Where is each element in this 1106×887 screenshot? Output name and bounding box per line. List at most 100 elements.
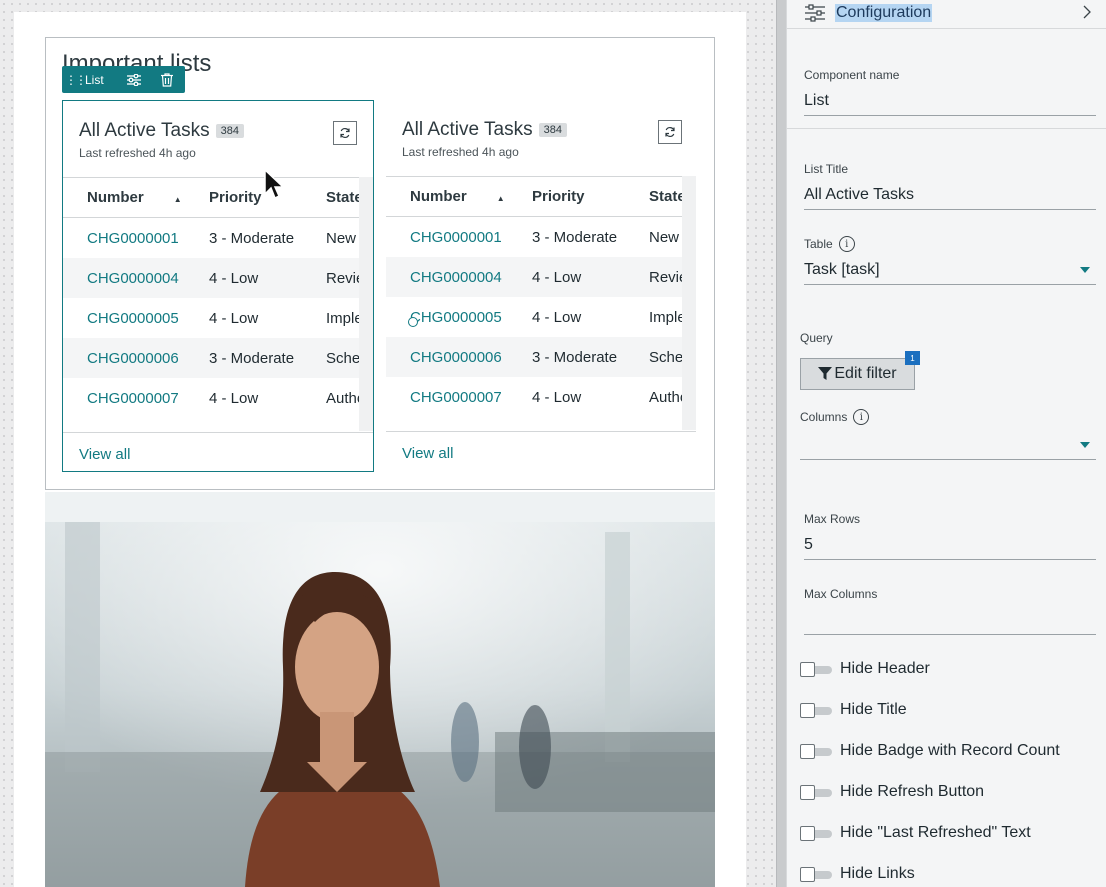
panel-resize-divider[interactable]: [776, 0, 786, 887]
toggle-hide-refresh[interactable]: Hide Refresh Button: [800, 783, 984, 801]
record-link[interactable]: CHG0000007: [386, 389, 532, 406]
column-header-number[interactable]: Number ▲: [63, 189, 209, 206]
panel-header[interactable]: Configuration: [787, 0, 1106, 29]
toggle-switch[interactable]: [800, 743, 832, 759]
builder-canvas: Important lists ⋮⋮ List All Active Tasks…: [0, 0, 776, 887]
view-all-link[interactable]: View all: [402, 445, 453, 462]
list-footer: View all: [63, 432, 373, 471]
list-title: All Active Tasks 384: [79, 120, 244, 142]
table-label-text: Table: [804, 237, 833, 251]
sort-ascending-icon: ▲: [173, 195, 182, 204]
list-component-1[interactable]: All Active Tasks 384 Last refreshed 4h a…: [62, 100, 374, 472]
drag-handle-icon[interactable]: ⋮⋮: [65, 73, 87, 87]
priority-cell: 4 - Low: [532, 388, 582, 406]
refresh-button[interactable]: [333, 121, 357, 145]
component-toolbar: ⋮⋮ List: [62, 66, 185, 93]
list-title-input[interactable]: All Active Tasks: [804, 184, 1096, 210]
state-cell: Scheduled: [649, 348, 682, 366]
toggle-switch[interactable]: [800, 661, 832, 677]
priority-cell: 4 - Low: [532, 268, 582, 286]
hero-image[interactable]: [45, 492, 715, 887]
page-preview: Important lists ⋮⋮ List All Active Tasks…: [14, 12, 746, 887]
vertical-scrollbar[interactable]: [359, 177, 373, 431]
last-refreshed-text: Last refreshed 4h ago: [402, 145, 519, 159]
priority-cell: 3 - Moderate: [209, 349, 295, 367]
toggle-hide-title[interactable]: Hide Title: [800, 701, 907, 719]
list-component-2[interactable]: All Active Tasks 384 Last refreshed 4h a…: [386, 100, 698, 472]
edit-filter-button[interactable]: Edit filter: [800, 358, 915, 390]
chevron-right-icon[interactable]: [1083, 5, 1091, 24]
list-title-text: All Active Tasks: [402, 119, 533, 140]
toggle-switch[interactable]: [800, 784, 832, 800]
record-link[interactable]: CHG0000005: [63, 310, 209, 327]
refresh-icon: [665, 126, 675, 138]
state-cell: Scheduled: [326, 349, 359, 367]
record-link[interactable]: CHG0000007: [63, 390, 209, 407]
resize-handle[interactable]: [408, 317, 418, 327]
edit-filter-label: Edit filter: [834, 365, 897, 382]
record-link[interactable]: CHG0000004: [63, 270, 209, 287]
toggle-hide-badge[interactable]: Hide Badge with Record Count: [800, 742, 1060, 760]
columns-select[interactable]: [800, 434, 1096, 460]
toggle-hide-last-refreshed[interactable]: Hide "Last Refreshed" Text: [800, 824, 1031, 842]
toggle-hide-links[interactable]: Hide Links: [800, 865, 915, 883]
table-header: Number▲ Priority State: [386, 177, 682, 217]
table-header: Number▲ Priority State: [63, 178, 359, 218]
component-name-label: Component name: [804, 68, 900, 82]
toggle-label: Hide Links: [840, 865, 915, 882]
panel-title: Configuration: [835, 4, 933, 22]
column-header-state[interactable]: State: [649, 188, 682, 205]
query-label: Query: [800, 331, 833, 345]
table-label: Table i: [804, 236, 855, 252]
columns-label-text: Columns: [800, 410, 848, 424]
list-title-text: All Active Tasks: [79, 120, 210, 141]
table-select-value: Task [task]: [804, 261, 880, 278]
configure-icon[interactable]: [118, 66, 151, 93]
toggle-label: Hide Refresh Button: [840, 783, 985, 800]
table-row: CHG0000007 4 - Low Authorize: [386, 377, 682, 417]
state-cell: Authorize: [326, 389, 359, 407]
priority-cell: 4 - Low: [532, 308, 582, 326]
info-icon[interactable]: i: [853, 409, 870, 425]
lists-container[interactable]: Important lists ⋮⋮ List All Active Tasks…: [45, 37, 715, 490]
view-all-link[interactable]: View all: [79, 446, 130, 463]
record-link[interactable]: CHG0000006: [386, 349, 532, 366]
toggle-label: Hide Badge with Record Count: [840, 742, 1060, 759]
priority-cell: 4 - Low: [209, 269, 259, 287]
filter-icon: [818, 367, 833, 380]
toggle-hide-header[interactable]: Hide Header: [800, 660, 930, 678]
column-header-state[interactable]: State: [326, 189, 359, 206]
max-rows-input[interactable]: 5: [804, 534, 1096, 560]
table-row: CHG0000006 3 - Moderate Scheduled: [386, 337, 682, 377]
toggle-switch[interactable]: [800, 825, 832, 841]
record-link[interactable]: CHG0000004: [386, 269, 532, 286]
table-row: CHG0000004 4 - Low Review: [386, 257, 682, 297]
delete-icon[interactable]: [151, 66, 184, 93]
last-refreshed-text: Last refreshed 4h ago: [79, 146, 196, 160]
column-header-number[interactable]: Number ▲: [386, 188, 532, 205]
table-select[interactable]: Task [task]: [804, 259, 1096, 285]
toggle-switch[interactable]: [800, 702, 832, 718]
state-cell: Review: [649, 268, 682, 286]
priority-cell: 4 - Low: [209, 389, 259, 407]
record-count-badge: 384: [215, 124, 244, 138]
refresh-button[interactable]: [658, 120, 682, 144]
toggle-switch[interactable]: [800, 866, 832, 882]
refresh-icon: [340, 127, 350, 139]
record-link[interactable]: CHG0000001: [386, 229, 532, 246]
table-row: CHG0000001 3 - Moderate New: [386, 217, 682, 257]
record-link[interactable]: CHG0000006: [63, 350, 209, 367]
record-link[interactable]: CHG0000001: [63, 230, 209, 247]
toggle-label: Hide "Last Refreshed" Text: [840, 824, 1031, 841]
info-icon[interactable]: i: [838, 236, 855, 252]
component-name-input[interactable]: List: [804, 90, 1096, 116]
caret-down-icon: [1080, 442, 1090, 448]
filter-count-badge: 1: [905, 351, 920, 365]
toggle-label: Hide Header: [840, 660, 930, 677]
state-cell: Authorize: [649, 388, 682, 406]
table-row: CHG0000005 4 - Low Implement: [63, 298, 359, 338]
column-header-priority[interactable]: Priority: [532, 188, 649, 205]
vertical-scrollbar[interactable]: [682, 176, 696, 430]
max-columns-label: Max Columns: [804, 587, 878, 601]
max-columns-input[interactable]: [804, 609, 1096, 635]
